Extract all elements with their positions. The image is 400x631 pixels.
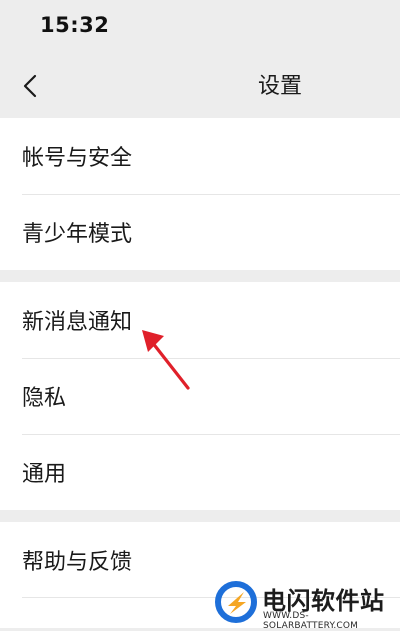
settings-item-label: 青少年模式 <box>22 222 133 247</box>
nav-bar: 设置 <box>0 52 400 118</box>
site-logo-icon <box>215 581 257 623</box>
settings-item-label: 通用 <box>22 462 67 487</box>
settings-item-general[interactable]: 通用 <box>0 434 400 510</box>
settings-item-label: 帮助与反馈 <box>22 550 133 575</box>
settings-group-general: 新消息通知 隐私 通用 <box>0 282 400 510</box>
settings-item-label: 帐号与安全 <box>22 146 133 171</box>
settings-group-account: 帐号与安全 青少年模式 <box>0 118 400 270</box>
settings-item-notifications[interactable]: 新消息通知 <box>0 282 400 358</box>
page-title: 设置 <box>257 74 302 99</box>
settings-item-account-security[interactable]: 帐号与安全 <box>0 118 400 194</box>
watermark-url: WWW.DS-SOLARBATTERY.COM <box>263 611 359 631</box>
back-button[interactable] <box>10 66 50 106</box>
settings-item-youth-mode[interactable]: 青少年模式 <box>0 194 400 270</box>
status-time: 15:32 <box>40 13 110 37</box>
watermark: 电闪软件站 WWW.DS-SOLARBATTERY.COM <box>214 580 394 631</box>
status-bar: 15:32 <box>0 0 400 52</box>
settings-item-privacy[interactable]: 隐私 <box>0 358 400 434</box>
settings-item-label: 隐私 <box>22 386 67 411</box>
settings-item-label: 新消息通知 <box>22 310 133 335</box>
chevron-left-icon <box>23 74 37 98</box>
